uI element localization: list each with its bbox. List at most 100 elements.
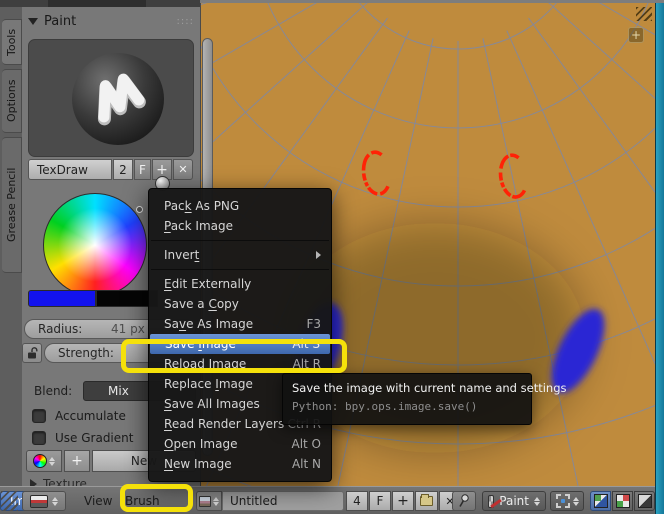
checker-icon <box>615 494 630 508</box>
panel-title: Paint <box>44 13 77 29</box>
tab-grease-pencil[interactable]: Grease Pencil <box>2 137 22 273</box>
menu-item-label: Save a Copy <box>164 297 239 311</box>
menu-separator <box>151 240 329 241</box>
fake-user-button[interactable]: F <box>134 159 151 180</box>
menu-brush[interactable]: Brush <box>125 494 160 508</box>
pin-image-button[interactable] <box>452 491 476 511</box>
use-gradient-label: Use Gradient <box>55 431 134 445</box>
palette-add-button[interactable]: + <box>64 450 90 472</box>
paint-panel-header[interactable]: Paint :::: <box>28 12 194 30</box>
menu-item-invert[interactable]: Invert <box>149 245 331 265</box>
menu-item-shortcut: Alt N <box>291 457 321 471</box>
radius-value: 41 px <box>111 322 145 336</box>
mode-dropdown[interactable]: Paint <box>482 491 546 511</box>
blend-label: Blend: <box>34 384 73 398</box>
menu-item-save-a-copy[interactable]: Save a Copy <box>149 294 331 314</box>
blend-value: Mix <box>108 384 129 398</box>
brush-sphere-icon <box>72 53 164 145</box>
draw-texpaint-uvs-toggle[interactable] <box>590 491 611 511</box>
panel-drag-handle[interactable]: :::: <box>177 16 194 27</box>
tooltip-text: Save the image with current name and set… <box>292 381 567 395</box>
pivot-arrows-icon <box>572 496 579 506</box>
blender-window: Tools Options Grease Pencil Paint :::: T… <box>0 0 664 514</box>
strength-pressure-toggle[interactable] <box>22 343 42 363</box>
strength-label: Strength: <box>58 346 114 360</box>
region-expand-button[interactable]: + <box>628 27 644 43</box>
toolshelf-tab-column: Tools Options Grease Pencil <box>0 7 22 486</box>
menu-item-label: Pack As PNG <box>164 199 240 213</box>
folder-icon <box>420 494 433 506</box>
menu-item-label: Reload Image <box>164 357 247 371</box>
menu-item-label: Invert <box>164 248 200 262</box>
submenu-arrow-icon <box>316 251 321 259</box>
image-fake-user-button[interactable]: F <box>369 491 391 511</box>
paint-mask-toggle[interactable] <box>612 491 633 511</box>
texture-users-button[interactable]: 2 <box>113 159 133 180</box>
texture-name-button[interactable]: TexDraw <box>28 159 112 180</box>
tab-tools[interactable]: Tools <box>2 19 22 65</box>
menu-item-label: New Image <box>164 457 232 471</box>
top-left-dark-strip <box>0 0 200 7</box>
new-image-button[interactable]: + <box>392 491 414 511</box>
menu-item-save-as-image[interactable]: Save As Image F3 <box>149 314 331 334</box>
menu-item-new-image[interactable]: New Image Alt N <box>149 454 331 474</box>
texture-datablock-row: TexDraw 2 F + ✕ <box>28 159 193 180</box>
image-context-menu: Pack As PNG Pack Image Invert Edit External… <box>148 188 332 482</box>
corner-resize-grip[interactable] <box>1 491 18 511</box>
menu-item-label: Pack Image <box>164 219 233 233</box>
image-browse-button[interactable] <box>196 491 222 511</box>
palette-browse-button[interactable] <box>26 450 62 472</box>
tab-options[interactable]: Options <box>2 69 22 133</box>
region-resize-grip[interactable] <box>636 7 652 21</box>
menu-item-label: Read Render Layers <box>164 417 285 431</box>
menu-item-pack-image[interactable]: Pack Image <box>149 216 331 236</box>
use-gradient-checkbox[interactable] <box>32 431 46 445</box>
primary-color-swatch[interactable] <box>28 290 96 307</box>
menu-item-shortcut: Alt O <box>291 437 321 451</box>
menu-item-label: Edit Externally <box>164 277 252 291</box>
image-thumbnail-icon <box>199 495 211 507</box>
accumulate-checkbox[interactable] <box>32 409 46 423</box>
menu-item-label: Save All Images <box>164 397 260 411</box>
tooltip-python: Python: bpy.ops.image.save() <box>292 400 478 413</box>
uv-texpaint-icon <box>593 494 608 508</box>
image-editor-icon <box>30 494 48 508</box>
menu-item-shortcut: F3 <box>306 317 321 331</box>
palette-icon <box>33 454 47 468</box>
pivot-dropdown[interactable] <box>550 491 584 511</box>
menu-item-shortcut: Alt S <box>292 337 320 351</box>
unlink-texture-button[interactable]: ✕ <box>173 159 193 180</box>
alpha-display-toggle[interactable] <box>634 491 655 511</box>
menu-item-label: Open Image <box>164 437 238 451</box>
menu-item-label: Save Image <box>165 337 236 351</box>
tooltip: Save the image with current name and set… <box>282 373 567 425</box>
menu-item-label: Save As Image <box>164 317 254 331</box>
palette-browse-arrows-icon <box>49 456 55 466</box>
menu-item-reload-image[interactable]: Reload Image Alt R <box>149 354 331 374</box>
paint-mode-icon <box>488 494 495 508</box>
unlock-icon <box>27 347 37 359</box>
brush-preview[interactable] <box>28 39 194 157</box>
menu-item-label: Replace Image <box>164 377 253 391</box>
editor-type-dropdown[interactable] <box>22 491 66 511</box>
alpha-split-icon <box>637 494 652 508</box>
menu-view[interactable]: View <box>84 494 112 508</box>
menu-item-open-image[interactable]: Open Image Alt O <box>149 434 331 454</box>
window-edge-highlight[interactable] <box>655 3 664 514</box>
menu-item-edit-externally[interactable]: Edit Externally <box>149 274 331 294</box>
radius-label: Radius: <box>38 322 83 336</box>
image-users-button[interactable]: 4 <box>346 491 368 511</box>
menu-item-save-image[interactable]: Save Image Alt S <box>150 334 330 354</box>
menu-item-shortcut: Alt R <box>292 357 321 371</box>
collapse-triangle-icon[interactable] <box>28 17 38 25</box>
expand-triangle-icon <box>30 479 37 486</box>
texture-section-header[interactable]: Texture <box>30 477 87 486</box>
color-wheel[interactable] <box>43 193 147 297</box>
menu-item-pack-as-png[interactable]: Pack As PNG <box>149 196 331 216</box>
image-name-field[interactable] <box>222 491 344 511</box>
color-wheel-handle[interactable] <box>136 206 143 213</box>
open-image-button[interactable] <box>415 491 438 511</box>
image-browse-arrows-icon <box>213 496 219 506</box>
editor-type-arrows-icon <box>52 496 58 506</box>
mode-value: Paint <box>499 494 529 508</box>
